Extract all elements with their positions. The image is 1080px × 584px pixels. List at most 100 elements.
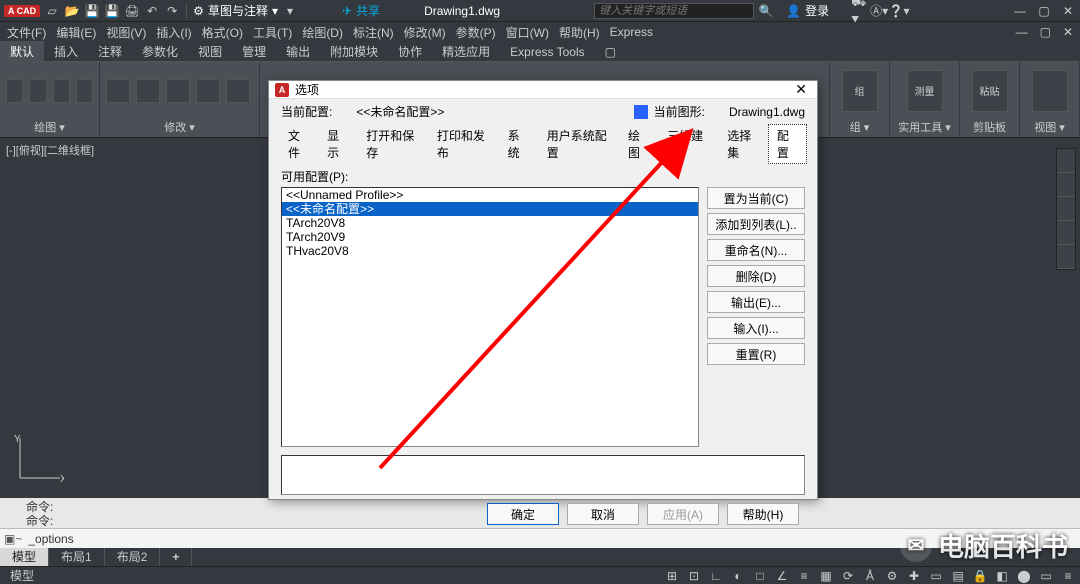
cart-icon[interactable]: ⛟▾ — [851, 3, 867, 19]
reset-button[interactable]: 重置(R) — [707, 343, 805, 365]
menu-edit[interactable]: 编辑(E) — [53, 24, 99, 41]
redo-icon[interactable]: ↷ — [164, 3, 180, 19]
dialog-close-icon[interactable]: ✕ — [791, 81, 811, 98]
add-to-list-button[interactable]: 添加到列表(L).. — [707, 213, 805, 235]
otrack-icon[interactable]: ∠ — [774, 569, 790, 583]
dlgtab-display[interactable]: 显示 — [318, 124, 357, 164]
tab-parametric[interactable]: 参数化 — [132, 41, 188, 62]
dlgtab-plot[interactable]: 打印和发布 — [428, 124, 499, 164]
arc-button[interactable] — [76, 79, 93, 103]
import-button[interactable]: 输入(I)... — [707, 317, 805, 339]
panel-clipboard-title[interactable]: 剪贴板 — [966, 117, 1013, 135]
mirror-button[interactable] — [196, 79, 220, 103]
dlgtab-3dmodeling[interactable]: 三维建模 — [658, 124, 718, 164]
panel-modify-title[interactable]: 修改 ▾ — [106, 117, 253, 135]
menu-tools[interactable]: 工具(T) — [250, 24, 295, 41]
tab-layout1[interactable]: 布局1 — [49, 548, 105, 566]
doc-minimize-icon[interactable]: — — [1013, 25, 1031, 39]
dialog-titlebar[interactable]: A 选项 ✕ — [269, 81, 817, 99]
panel-utils-title[interactable]: 实用工具 ▾ — [896, 117, 953, 135]
quickprops-icon[interactable]: ▤ — [950, 569, 966, 583]
tab-output[interactable]: 输出 — [276, 41, 320, 62]
fillet-button[interactable] — [226, 79, 250, 103]
cancel-button[interactable]: 取消 — [567, 503, 639, 525]
open-icon[interactable]: 📂 — [64, 3, 80, 19]
menu-modify[interactable]: 修改(M) — [401, 24, 449, 41]
doc-restore-icon[interactable]: ▢ — [1037, 25, 1054, 39]
measure-button[interactable]: 测量 — [907, 70, 943, 112]
share-button[interactable]: ✈ 共享 — [342, 2, 380, 19]
annomonitor-icon[interactable]: ✚ — [906, 569, 922, 583]
workspace-dropdown[interactable]: ⚙ 草图与注释 ▾ — [193, 2, 278, 19]
pan-icon[interactable] — [1057, 173, 1075, 197]
tab-layout2[interactable]: 布局2 — [105, 548, 161, 566]
panel-group-title[interactable]: 组 ▾ — [836, 117, 883, 135]
search-icon[interactable]: 🔍 — [758, 3, 774, 19]
hardware-accel-icon[interactable]: ⬤ — [1016, 569, 1032, 583]
menu-params[interactable]: 参数(P) — [453, 24, 499, 41]
delete-button[interactable]: 删除(D) — [707, 265, 805, 287]
tab-model[interactable]: 模型 — [0, 548, 49, 566]
doc-close-icon[interactable]: ✕ — [1060, 25, 1076, 39]
ok-button[interactable]: 确定 — [487, 503, 559, 525]
cleanscreen-icon[interactable]: ▭ — [1038, 569, 1054, 583]
help-button[interactable]: 帮助(H) — [727, 503, 799, 525]
list-item[interactable]: TArch20V8 — [282, 216, 698, 230]
circle-button[interactable] — [53, 79, 70, 103]
plot-icon[interactable]: 🖨 — [124, 3, 140, 19]
menu-draw[interactable]: 绘图(D) — [299, 24, 346, 41]
export-button[interactable]: 输出(E)... — [707, 291, 805, 313]
minimize-icon[interactable]: — — [1012, 3, 1028, 19]
tab-manage[interactable]: 管理 — [232, 41, 276, 62]
apply-button[interactable]: 应用(A) — [647, 503, 719, 525]
ortho-icon[interactable]: ∟ — [708, 569, 724, 583]
profiles-listbox[interactable]: <<Unnamed Profile>> <<未命名配置>> TArch20V8 … — [281, 187, 699, 447]
tab-annotate[interactable]: 注释 — [88, 41, 132, 62]
menu-express[interactable]: Express — [607, 25, 656, 39]
showmotion-icon[interactable] — [1057, 245, 1075, 269]
view-button[interactable] — [1032, 70, 1068, 112]
status-model-label[interactable]: 模型 — [10, 567, 34, 584]
menu-insert[interactable]: 插入(I) — [153, 24, 194, 41]
tab-featured[interactable]: 精选应用 — [432, 41, 500, 62]
tab-express-tools[interactable]: Express Tools — [500, 43, 594, 61]
tab-addins[interactable]: 附加模块 — [320, 41, 388, 62]
isolate-icon[interactable]: ◧ — [994, 569, 1010, 583]
saveas-icon[interactable]: 💾 — [104, 3, 120, 19]
save-icon[interactable]: 💾 — [84, 3, 100, 19]
viewport-label[interactable]: [-][俯视][二维线框] — [6, 142, 94, 158]
new-icon[interactable]: ▱ — [44, 3, 60, 19]
tab-collaborate[interactable]: 协作 — [388, 41, 432, 62]
menu-view[interactable]: 视图(V) — [103, 24, 149, 41]
group-button[interactable]: 组 — [842, 70, 878, 112]
workspace-icon[interactable]: ⚙ — [884, 569, 900, 583]
list-item[interactable]: THvac20V8 — [282, 244, 698, 258]
menu-format[interactable]: 格式(O) — [199, 24, 246, 41]
menu-file[interactable]: 文件(F) — [4, 24, 49, 41]
full-nav-wheel-icon[interactable] — [1057, 149, 1075, 173]
qat-overflow-icon[interactable]: ▾ — [282, 3, 298, 19]
search-input[interactable] — [594, 3, 754, 19]
lineweight-icon[interactable]: ≡ — [796, 569, 812, 583]
tab-focus[interactable]: ▢ — [595, 43, 626, 61]
panel-draw-title[interactable]: 绘图 ▾ — [6, 117, 93, 135]
rename-button[interactable]: 重命名(N)... — [707, 239, 805, 261]
close-icon[interactable]: ✕ — [1060, 3, 1076, 19]
tab-view[interactable]: 视图 — [188, 41, 232, 62]
polar-icon[interactable]: ◐ — [730, 569, 746, 583]
zoom-extents-icon[interactable] — [1057, 197, 1075, 221]
dlgtab-drafting[interactable]: 绘图 — [619, 124, 658, 164]
tab-default[interactable]: 默认 — [0, 41, 44, 62]
customize-icon[interactable]: ≡ — [1060, 569, 1076, 583]
annoscale-icon[interactable]: Å — [862, 569, 878, 583]
dlgtab-userpref[interactable]: 用户系统配置 — [538, 124, 619, 164]
maximize-icon[interactable]: ▢ — [1036, 3, 1052, 19]
dlgtab-selection[interactable]: 选择集 — [718, 124, 768, 164]
login-button[interactable]: 👤 登录 — [786, 2, 829, 19]
trim-button[interactable] — [166, 79, 190, 103]
menu-help[interactable]: 帮助(H) — [556, 24, 603, 41]
dlgtab-files[interactable]: 文件 — [279, 124, 318, 164]
orbit-icon[interactable] — [1057, 221, 1075, 245]
dlgtab-opensave[interactable]: 打开和保存 — [357, 124, 428, 164]
panel-view-title[interactable]: 视图 ▾ — [1026, 117, 1073, 135]
